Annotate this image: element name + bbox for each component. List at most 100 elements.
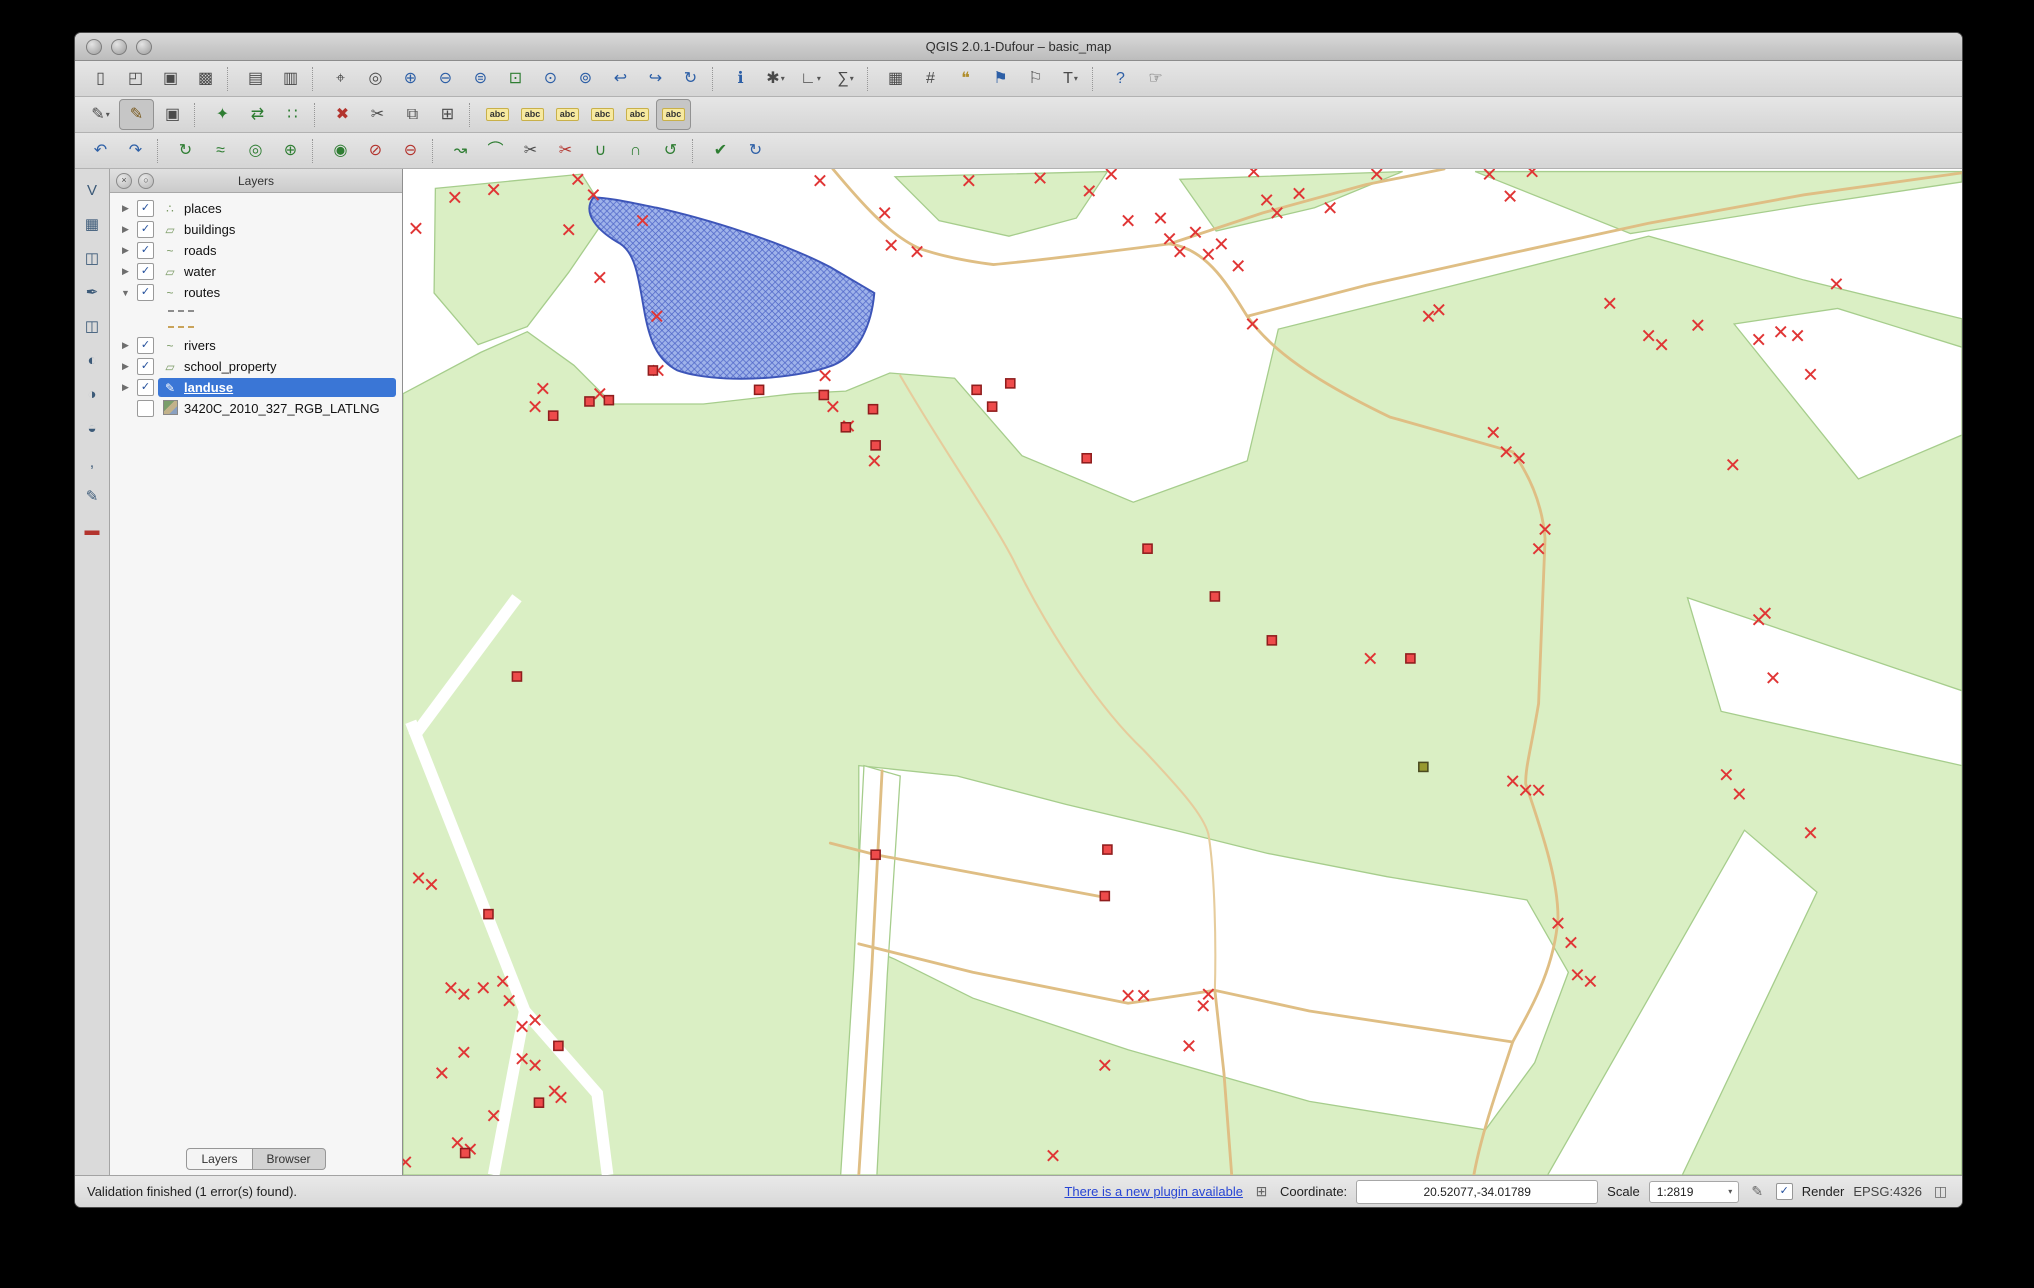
- new-project-button[interactable]: ▯: [84, 64, 117, 93]
- label-rotate-button[interactable]: abc: [621, 100, 654, 129]
- pan-map-button[interactable]: ⌖: [324, 64, 357, 93]
- layer-visibility-checkbox[interactable]: ✓: [137, 284, 154, 301]
- merge-attributes-button[interactable]: ∩: [619, 136, 652, 165]
- add-feature-button[interactable]: ✦: [206, 100, 239, 129]
- add-wms-layer-button[interactable]: ◐: [79, 347, 106, 373]
- pan-to-selection-button[interactable]: ◎: [359, 64, 392, 93]
- statistical-summary-button[interactable]: ∑▾: [829, 64, 862, 93]
- add-raster-layer-button[interactable]: ▦: [79, 211, 106, 237]
- map-tips-button[interactable]: ❝: [949, 64, 982, 93]
- expander-icon[interactable]: ▶: [118, 203, 133, 214]
- run-feature-action-button[interactable]: ✱▾: [759, 64, 792, 93]
- copy-features-button[interactable]: ⧉: [396, 100, 429, 129]
- plugin-manager-icon[interactable]: ⊞: [1252, 1182, 1271, 1201]
- tab-browser[interactable]: Browser: [253, 1148, 326, 1170]
- layer-visibility-checkbox[interactable]: ✓: [137, 358, 154, 375]
- expander-icon[interactable]: ▶: [118, 361, 133, 372]
- render-checkbox[interactable]: ✓: [1776, 1183, 1793, 1200]
- minimize-window-button[interactable]: [111, 39, 127, 55]
- save-project-button[interactable]: ▣: [154, 64, 187, 93]
- zoom-to-layer-button[interactable]: ⊚: [569, 64, 602, 93]
- add-mssql-layer-button[interactable]: ◫: [79, 313, 106, 339]
- add-part-button[interactable]: ⊕: [274, 136, 307, 165]
- layer-visibility-checkbox[interactable]: [137, 400, 154, 417]
- map-canvas[interactable]: [403, 169, 1962, 1175]
- expander-icon[interactable]: ▼: [118, 288, 133, 298]
- field-calculator-button[interactable]: #: [914, 64, 947, 93]
- layer-item-landuse[interactable]: ▶✓✎landuse: [110, 377, 402, 398]
- scale-combo[interactable]: 1:2819 ▾: [1649, 1181, 1739, 1203]
- simplify-feature-button[interactable]: ≈: [204, 136, 237, 165]
- split-parts-button[interactable]: ✂: [549, 136, 582, 165]
- layer-visibility-checkbox[interactable]: ✓: [137, 242, 154, 259]
- offset-curve-button[interactable]: ⌒: [479, 136, 512, 165]
- zoom-window-button[interactable]: [136, 39, 152, 55]
- labeling-button[interactable]: abc: [481, 100, 514, 129]
- paste-features-button[interactable]: ⊞: [431, 100, 464, 129]
- expander-icon[interactable]: ▶: [118, 224, 133, 235]
- close-window-button[interactable]: [86, 39, 102, 55]
- add-delimited-text-layer-button[interactable]: ,: [79, 449, 106, 475]
- layer-visibility-checkbox[interactable]: ✓: [137, 337, 154, 354]
- merge-features-button[interactable]: ∪: [584, 136, 617, 165]
- expander-icon[interactable]: ▶: [118, 245, 133, 256]
- zoom-next-button[interactable]: ↪: [639, 64, 672, 93]
- add-spatialite-layer-button[interactable]: ✒: [79, 279, 106, 305]
- add-wfs-layer-button[interactable]: ◒: [79, 415, 106, 441]
- rotate-point-symbols-button[interactable]: ↺: [654, 136, 687, 165]
- save-layer-edits-button[interactable]: ▣: [156, 100, 189, 129]
- add-vector-layer-button[interactable]: V: [79, 177, 106, 203]
- measure-button[interactable]: ∟▾: [794, 64, 827, 93]
- zoom-out-button[interactable]: ⊖: [429, 64, 462, 93]
- layer-item-places[interactable]: ▶✓∴places: [110, 198, 402, 219]
- layer-visibility-checkbox[interactable]: ✓: [137, 263, 154, 280]
- move-feature-button[interactable]: ⇄: [241, 100, 274, 129]
- zoom-actual-size-button[interactable]: ⊜: [464, 64, 497, 93]
- layer-item-buildings[interactable]: ▶✓▱buildings: [110, 219, 402, 240]
- node-tool-button[interactable]: ∷: [276, 100, 309, 129]
- new-plugin-link[interactable]: There is a new plugin available: [1064, 1184, 1243, 1199]
- zoom-last-button[interactable]: ↩: [604, 64, 637, 93]
- check-geometry-button[interactable]: ✔: [704, 136, 737, 165]
- attribute-table-button[interactable]: ▦: [879, 64, 912, 93]
- redo-button[interactable]: ↷: [119, 136, 152, 165]
- fill-ring-button[interactable]: ◉: [324, 136, 357, 165]
- refresh-map-button[interactable]: ↻: [674, 64, 707, 93]
- new-bookmark-button[interactable]: ⚑: [984, 64, 1017, 93]
- layer-item-water[interactable]: ▶✓▱water: [110, 261, 402, 282]
- detach-panel-button[interactable]: ○: [138, 173, 154, 189]
- layer-item-3420C_2010_327_RGB_LATLNG[interactable]: 3420C_2010_327_RGB_LATLNG: [110, 398, 402, 419]
- show-bookmarks-button[interactable]: ⚐: [1019, 64, 1052, 93]
- zoom-full-extent-button[interactable]: ⊡: [499, 64, 532, 93]
- undo-button[interactable]: ↶: [84, 136, 117, 165]
- expander-icon[interactable]: ▶: [118, 340, 133, 351]
- new-print-composer-button[interactable]: ▤: [239, 64, 272, 93]
- composer-manager-button[interactable]: ▥: [274, 64, 307, 93]
- add-postgis-layer-button[interactable]: ◫: [79, 245, 106, 271]
- close-panel-button[interactable]: ×: [116, 173, 132, 189]
- label-pin-button[interactable]: abc: [516, 100, 549, 129]
- expander-icon[interactable]: ▶: [118, 382, 133, 393]
- delete-selected-button[interactable]: ✖: [326, 100, 359, 129]
- help-contents-button[interactable]: ?: [1104, 64, 1137, 93]
- layer-item-routes[interactable]: ▼✓~routes: [110, 282, 402, 303]
- reshape-features-button[interactable]: ↝: [444, 136, 477, 165]
- zoom-in-button[interactable]: ⊕: [394, 64, 427, 93]
- current-edits-button[interactable]: ✎▾: [84, 100, 117, 129]
- remove-layer-button[interactable]: ▬: [79, 517, 106, 543]
- split-features-button[interactable]: ✂: [514, 136, 547, 165]
- layer-item-school_property[interactable]: ▶✓▱school_property: [110, 356, 402, 377]
- rotate-feature-button[interactable]: ↻: [169, 136, 202, 165]
- coordinate-input[interactable]: [1356, 1180, 1598, 1204]
- label-properties-button[interactable]: abc: [656, 99, 691, 130]
- layer-item-roads[interactable]: ▶✓~roads: [110, 240, 402, 261]
- text-annotation-button[interactable]: T▾: [1054, 64, 1087, 93]
- label-move-button[interactable]: abc: [586, 100, 619, 129]
- layer-visibility-checkbox[interactable]: ✓: [137, 221, 154, 238]
- identify-features-button[interactable]: ℹ: [724, 64, 757, 93]
- scale-edit-icon[interactable]: ✎: [1748, 1182, 1767, 1201]
- add-wcs-layer-button[interactable]: ◑: [79, 381, 106, 407]
- open-project-button[interactable]: ◰: [119, 64, 152, 93]
- expander-icon[interactable]: ▶: [118, 266, 133, 277]
- toggle-editing-button[interactable]: ✎: [119, 99, 154, 130]
